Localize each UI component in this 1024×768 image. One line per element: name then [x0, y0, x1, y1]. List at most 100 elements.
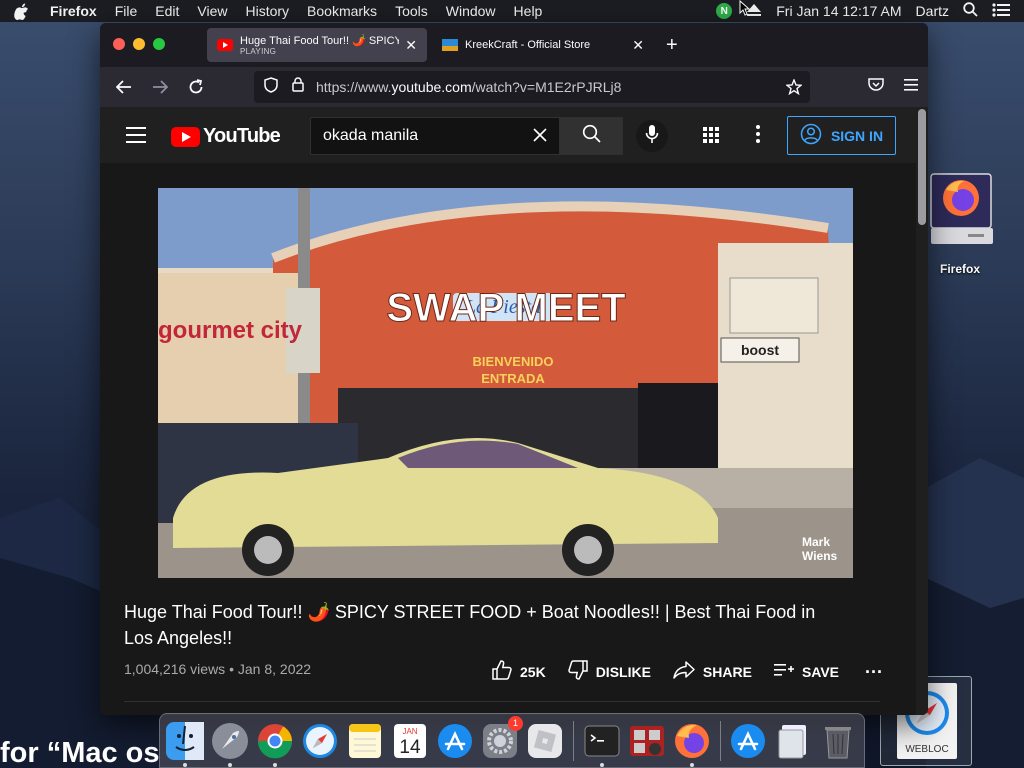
firefox-icon — [674, 723, 709, 758]
menu-bookmarks[interactable]: Bookmarks — [307, 3, 377, 19]
dislike-button[interactable]: DISLIKE — [567, 660, 651, 683]
macos-dock: JAN 14 1 — [159, 713, 865, 768]
url-prefix: https://www. — [316, 79, 392, 95]
menubar-datetime[interactable]: Fri Jan 14 12:17 AM — [776, 3, 901, 19]
menu-window[interactable]: Window — [446, 3, 496, 19]
dock-system-preferences[interactable]: 1 — [481, 715, 523, 760]
dock-app-store-folder[interactable] — [729, 722, 767, 760]
clear-search-icon[interactable] — [531, 126, 549, 149]
app-store-icon — [438, 723, 472, 758]
account-icon — [800, 123, 822, 148]
dock-firefox[interactable] — [673, 722, 711, 767]
tracking-shield-icon[interactable] — [264, 76, 278, 98]
desktop-partial-text: for “Mac os — [0, 737, 160, 768]
dock-chrome[interactable] — [256, 722, 294, 767]
new-tab-plus-icon[interactable]: + — [666, 34, 678, 57]
url-bar[interactable]: https://www.youtube.com/watch?v=M1E2rPJR… — [254, 71, 810, 103]
calendar-month: JAN — [402, 727, 417, 736]
lock-icon[interactable] — [292, 77, 304, 97]
dock-safari[interactable] — [301, 722, 339, 760]
share-button[interactable]: SHARE — [673, 661, 752, 682]
kreekcraft-favicon-icon — [442, 39, 458, 51]
navigation-toolbar: https://www.youtube.com/watch?v=M1E2rPJR… — [100, 67, 928, 107]
menu-history[interactable]: History — [245, 3, 289, 19]
share-arrow-icon — [673, 661, 695, 682]
dock-notes[interactable] — [346, 722, 384, 760]
dock-downloads[interactable] — [774, 722, 812, 760]
menu-help[interactable]: Help — [514, 3, 543, 19]
dock-trash[interactable] — [819, 722, 857, 760]
scene-watermark-2: Wiens — [802, 549, 838, 563]
scene-boost-sign: boost — [741, 342, 779, 358]
downloads-stack-icon — [778, 724, 806, 758]
tab-youtube-video[interactable]: Huge Thai Food Tour!! 🌶️ SPICY PLAYING ✕ — [207, 28, 427, 62]
pocket-icon[interactable] — [868, 77, 884, 97]
dislike-label: DISLIKE — [595, 663, 651, 680]
search-query-text: okada manila — [323, 127, 419, 144]
menu-app-name[interactable]: Firefox — [50, 3, 97, 19]
tab-kreekcraft-store[interactable]: KreekCraft - Official Store ✕ — [432, 28, 654, 62]
close-tab-icon[interactable]: ✕ — [632, 37, 644, 54]
url-text[interactable]: https://www.youtube.com/watch?v=M1E2rPJR… — [316, 79, 621, 95]
like-button[interactable]: 25K — [492, 660, 546, 683]
firefox-window: Huge Thai Food Tour!! 🌶️ SPICY PLAYING ✕… — [100, 23, 928, 715]
dock-terminal[interactable] — [583, 722, 621, 767]
sign-in-button[interactable]: SIGN IN — [787, 116, 896, 155]
save-button[interactable]: SAVE — [773, 662, 839, 681]
hamburger-menu-icon[interactable] — [904, 78, 918, 96]
apps-grid-icon[interactable] — [703, 127, 719, 148]
microphone-icon — [645, 124, 659, 149]
dock-app-store[interactable] — [436, 722, 474, 760]
youtube-play-logo-icon — [171, 126, 200, 147]
trash-icon — [825, 726, 851, 758]
notification-badge: 1 — [508, 715, 523, 731]
video-player[interactable]: La Fiesta SWAP MEET BIENVENIDO ENTRADA g… — [158, 188, 853, 578]
tab-title: KreekCraft - Official Store — [465, 39, 591, 51]
close-window-button[interactable] — [113, 38, 125, 50]
menu-file[interactable]: File — [115, 3, 138, 19]
share-label: SHARE — [702, 663, 752, 680]
minimize-window-button[interactable] — [133, 38, 145, 50]
search-input[interactable]: okada manila — [310, 117, 560, 155]
more-actions-icon[interactable]: ... — [865, 657, 883, 678]
menubar-user[interactable]: Dartz — [916, 3, 949, 19]
youtube-page: YouTube okada manila SIGN IN La Fiesta S… — [100, 107, 916, 715]
dock-calendar[interactable]: JAN 14 — [391, 722, 429, 760]
notes-icon — [349, 723, 381, 758]
settings-more-icon[interactable] — [756, 125, 760, 148]
back-arrow-icon[interactable] — [106, 80, 142, 94]
url-domain: youtube.com — [391, 79, 472, 95]
youtube-logo[interactable]: YouTube — [171, 125, 281, 148]
macos-menu-bar: Firefox File Edit View History Bookmarks… — [0, 0, 1024, 22]
spotlight-search-icon[interactable] — [963, 2, 978, 20]
scene-main-sign: SWAP MEET — [386, 286, 625, 330]
page-scrollbar[interactable] — [918, 109, 926, 225]
video-frame-image: La Fiesta SWAP MEET BIENVENIDO ENTRADA g… — [158, 188, 853, 578]
guide-menu-icon[interactable] — [126, 127, 146, 148]
menu-tools[interactable]: Tools — [395, 3, 428, 19]
maximize-window-button[interactable] — [153, 38, 165, 50]
menu-edit[interactable]: Edit — [155, 3, 179, 19]
menu-view[interactable]: View — [197, 3, 227, 19]
dock-finder[interactable] — [166, 721, 204, 767]
status-badge-icon[interactable]: N — [716, 3, 733, 19]
calendar-icon: JAN14 — [394, 723, 426, 758]
desktop-firefox-disk[interactable]: Firefox — [926, 172, 994, 276]
scene-gourmet-sign: gourmet city — [158, 317, 303, 344]
search-button[interactable] — [560, 117, 623, 155]
control-center-icon[interactable] — [992, 2, 1010, 20]
close-tab-icon[interactable]: ✕ — [405, 37, 417, 54]
reload-icon[interactable] — [178, 79, 214, 95]
dock-roblox[interactable] — [526, 722, 564, 760]
dock-photo-booth[interactable] — [628, 722, 666, 760]
dock-launchpad[interactable] — [211, 722, 249, 767]
rocket-icon — [212, 722, 248, 759]
apple-logo-icon[interactable] — [14, 3, 32, 20]
photo-booth-icon — [629, 725, 664, 756]
bookmark-star-icon[interactable] — [785, 78, 803, 100]
voice-search-button[interactable] — [636, 120, 668, 152]
terminal-icon — [584, 725, 619, 756]
forward-arrow-icon[interactable] — [142, 80, 178, 94]
scene-watermark-1: Mark — [802, 535, 830, 549]
window-controls — [113, 38, 165, 50]
